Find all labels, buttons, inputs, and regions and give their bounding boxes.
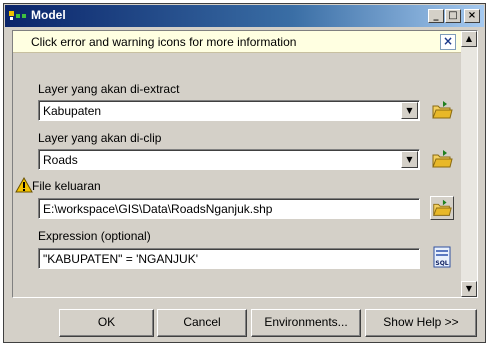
scroll-down-button[interactable]: ▼	[461, 281, 477, 297]
message-text: Click error and warning icons for more i…	[31, 35, 297, 49]
message-bar: Click error and warning icons for more i…	[13, 31, 461, 53]
output-file-value: E:\workspace\GIS\Data\RoadsNganjuk.shp	[43, 202, 273, 216]
close-button[interactable]: ×	[464, 9, 480, 23]
sql-icon: SQL	[433, 246, 451, 268]
scroll-up-button[interactable]: ▲	[461, 31, 477, 47]
open-folder-icon	[432, 150, 453, 168]
extract-layer-value: Kabupaten	[43, 104, 102, 118]
form-panel: Click error and warning icons for more i…	[12, 30, 478, 298]
message-close-icon[interactable]: ×	[440, 34, 456, 50]
minimize-button[interactable]: _	[428, 9, 444, 23]
clip-browse-button[interactable]	[430, 147, 454, 171]
model-window: Model _ □ × Click error and warning icon…	[3, 3, 486, 343]
clip-layer-value: Roads	[43, 153, 78, 167]
extract-layer-label: Layer yang akan di-extract	[38, 82, 180, 96]
model-icon	[9, 11, 26, 20]
chevron-down-icon[interactable]: ▼	[401, 151, 418, 168]
expression-value: "KABUPATEN" = 'NGANJUK'	[43, 252, 199, 266]
extract-browse-button[interactable]	[430, 98, 454, 122]
title-bar[interactable]: Model _ □ ×	[5, 5, 484, 27]
sql-button[interactable]: SQL	[430, 245, 454, 269]
svg-text:SQL: SQL	[435, 260, 448, 267]
expression-label: Expression (optional)	[38, 229, 151, 243]
chevron-down-icon[interactable]: ▼	[401, 102, 418, 119]
output-file-label: File keluaran	[32, 179, 101, 193]
ok-button[interactable]: OK	[59, 309, 154, 337]
show-help-button[interactable]: Show Help >>	[365, 309, 477, 337]
open-folder-icon	[432, 101, 453, 119]
output-browse-button[interactable]	[430, 196, 454, 220]
warning-icon[interactable]	[15, 177, 33, 193]
window-title: Model	[31, 8, 66, 22]
clip-layer-dropdown[interactable]: Roads ▼	[38, 149, 420, 170]
environments-button[interactable]: Environments...	[251, 309, 361, 337]
vertical-scrollbar[interactable]: ▲ ▼	[461, 31, 477, 297]
maximize-button[interactable]: □	[445, 9, 461, 23]
open-folder-icon	[433, 199, 452, 216]
extract-layer-dropdown[interactable]: Kabupaten ▼	[38, 100, 420, 121]
clip-layer-label: Layer yang akan di-clip	[38, 131, 162, 145]
cancel-button[interactable]: Cancel	[157, 309, 247, 337]
output-file-input[interactable]: E:\workspace\GIS\Data\RoadsNganjuk.shp	[38, 198, 420, 219]
expression-input[interactable]: "KABUPATEN" = 'NGANJUK'	[38, 248, 420, 269]
